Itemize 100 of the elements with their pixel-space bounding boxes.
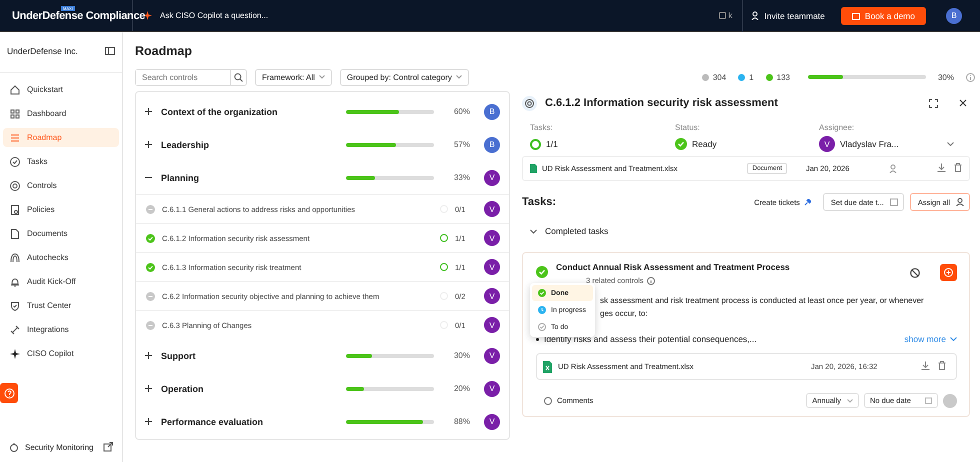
- field-label: Status:: [675, 123, 701, 132]
- clock-icon: [538, 306, 546, 314]
- expand-button[interactable]: [926, 96, 940, 110]
- bullet-icon: [536, 338, 539, 340]
- status-value: Ready: [692, 139, 717, 149]
- progress-reading: 30%: [938, 72, 954, 82]
- minus-circle-icon: [146, 292, 155, 300]
- chevron-down-icon: [950, 337, 957, 341]
- sidebar-item[interactable]: Integrations: [3, 320, 119, 339]
- check-circle-icon: [146, 262, 155, 272]
- help-button[interactable]: [0, 383, 18, 403]
- download-icon: [921, 361, 930, 370]
- page-title: Roadmap: [135, 44, 193, 58]
- category-title: Context of the organization: [161, 106, 278, 116]
- close-icon: [959, 99, 967, 107]
- progress-ring-icon: [440, 263, 448, 271]
- plus-icon: [144, 417, 153, 426]
- task-description: ges occur, to:: [600, 308, 649, 320]
- status-count: 1: [749, 72, 754, 82]
- expand-button[interactable]: [144, 384, 153, 393]
- task-title: Conduct Annual Risk Assessment and Treatment Process: [556, 262, 791, 272]
- assignee-avatar: V: [484, 201, 500, 217]
- category-title: Support: [161, 350, 196, 360]
- delete-button[interactable]: [938, 361, 946, 372]
- sidebar-item[interactable]: Policies: [3, 200, 119, 219]
- sidebar-item[interactable]: Documents: [3, 224, 119, 243]
- organization-name: UnderDefense Inc.: [7, 46, 78, 56]
- assignee-avatar: V: [484, 348, 500, 364]
- assignee-avatar: B: [484, 104, 500, 120]
- logo-text: UnderDefense Compliance: [12, 10, 146, 22]
- download-button[interactable]: [937, 163, 946, 174]
- invite-teammate-button[interactable]: Invite teammate: [751, 10, 825, 20]
- assignee-avatar: B: [484, 136, 500, 152]
- trash-icon: [954, 163, 962, 172]
- expand-button[interactable]: [144, 107, 153, 116]
- category-title: Operation: [161, 384, 205, 394]
- plus-icon: [144, 351, 153, 360]
- chevron-down-icon: [456, 75, 462, 79]
- check-circle-icon: [675, 138, 687, 150]
- progress-reading: 57%: [452, 140, 470, 149]
- sidebar-item[interactable]: Quickstart: [3, 80, 119, 99]
- external-link-icon: [103, 442, 113, 452]
- task-description: sk assessment and risk treatment process is conducted at least once per year, or whenever: [600, 295, 925, 307]
- task-group-toggle[interactable]: Completed tasks: [522, 211, 608, 241]
- category-title: Planning: [161, 172, 200, 182]
- search-icon: [234, 72, 243, 82]
- field-label: Tasks:: [530, 123, 554, 132]
- assignee-avatar: V: [484, 317, 500, 333]
- filter-dropdown[interactable]: Grouped by: Control category: [340, 68, 469, 86]
- copilot-prompt[interactable]: Ask CISO Copilot a question...: [160, 11, 268, 20]
- add-button[interactable]: [940, 264, 957, 281]
- category-title: Performance evaluation: [161, 416, 264, 426]
- chevron-down-icon: [530, 228, 537, 234]
- download-icon: [937, 163, 946, 172]
- info-icon: [966, 72, 975, 82]
- filter-dropdown[interactable]: Framework: All: [255, 68, 332, 86]
- block-button[interactable]: [910, 268, 920, 278]
- block-icon: [910, 268, 920, 278]
- sidebar-item[interactable]: Audit Kick-Off: [3, 272, 119, 291]
- sidebar-item[interactable]: Dashboard: [3, 104, 119, 123]
- plus-icon: [144, 140, 153, 149]
- sidebar-item[interactable]: CISO Copilot: [3, 344, 119, 363]
- info-icon: [646, 276, 655, 284]
- expand-icon: [928, 98, 938, 108]
- check-circle-icon: [146, 234, 155, 242]
- download-button[interactable]: [921, 361, 930, 372]
- show-more-link[interactable]: show more: [904, 334, 957, 344]
- sidebar-item[interactable]: Trust Center: [3, 296, 119, 315]
- delete-button[interactable]: [954, 163, 962, 174]
- expand-button[interactable]: [144, 351, 153, 360]
- progress-reading: 30%: [452, 351, 470, 360]
- assignee-avatar: V: [484, 288, 500, 304]
- control-title: C.6.1.2 Information security risk assessment: [545, 97, 779, 109]
- chevron-down-icon: [847, 398, 853, 402]
- assignee-avatar: V: [484, 170, 500, 186]
- field-label: Assignee:: [819, 123, 856, 132]
- user-avatar[interactable]: B: [946, 8, 962, 24]
- doc-icon: [9, 204, 21, 216]
- spark-icon: [143, 11, 152, 20]
- assignee-avatar: V: [819, 136, 835, 152]
- assignee-avatar: V: [484, 380, 500, 396]
- panel-toggle-icon: [105, 47, 115, 55]
- sidebar-item[interactable]: Security Monitoring: [25, 442, 97, 452]
- status-count: 304: [712, 72, 726, 82]
- expand-button[interactable]: [144, 417, 153, 426]
- chevron-down-icon: [947, 142, 954, 146]
- person-icon: [751, 11, 760, 20]
- search-field[interactable]: Search controls: [135, 68, 247, 86]
- sidebar-item[interactable]: Controls: [3, 176, 119, 195]
- assignee-dropdown[interactable]: Vladyslav Fra...: [840, 139, 942, 149]
- expand-button[interactable]: [144, 140, 153, 149]
- person-icon: [956, 198, 964, 206]
- sidebar-item[interactable]: Autochecks: [3, 248, 119, 267]
- sidebar-item[interactable]: Tasks: [3, 152, 119, 171]
- progress-reading: 33%: [452, 173, 470, 182]
- minus-circle-icon: [146, 204, 155, 214]
- pin-icon: [804, 198, 811, 206]
- check-circle-icon: [538, 289, 546, 297]
- trash-icon: [938, 361, 946, 370]
- plus-icon: [144, 384, 153, 393]
